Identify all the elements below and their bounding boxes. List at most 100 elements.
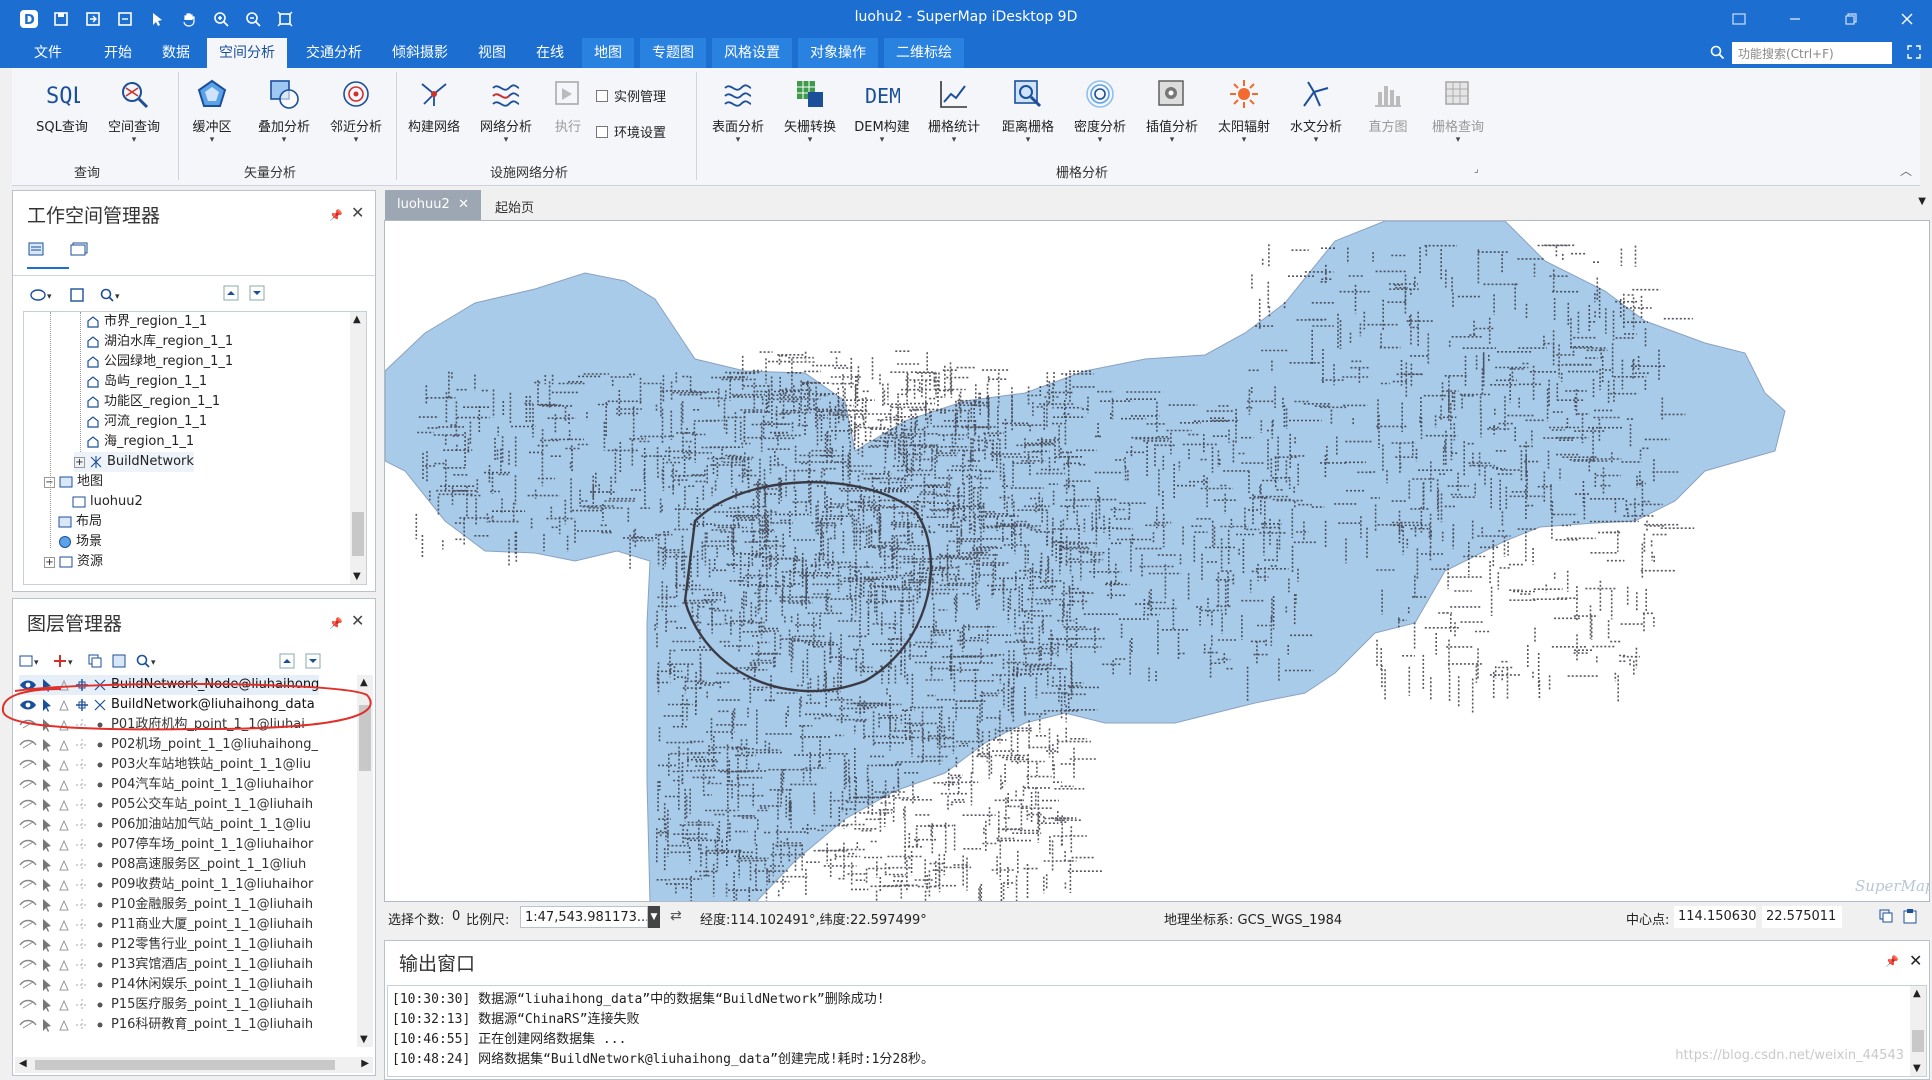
layer-row[interactable]: P05公交车站_point_1_1@liuhaih [19,795,313,815]
checkbox-box[interactable] [596,89,608,102]
tree-item-layouts[interactable]: 布局 [58,512,102,532]
snap-icon[interactable] [75,918,89,932]
buffer-button[interactable]: 缓冲区 ▾ [176,74,248,154]
tree-item[interactable]: 公园绿地_region_1_1 [86,352,233,372]
tab-object-ops[interactable]: 对象操作 [798,38,878,68]
paste-center-icon[interactable] [1902,908,1918,924]
snap-icon[interactable] [75,938,89,952]
move-down-icon[interactable] [249,285,265,301]
tab-spatial-analysis[interactable]: 空间分析 [207,38,287,68]
tab-start[interactable]: 开始 [92,38,144,68]
snap-icon[interactable] [75,878,89,892]
editable-icon[interactable] [57,838,71,852]
density-analysis-button[interactable]: 密度分析 ▾ [1064,74,1136,154]
snap-icon[interactable] [75,898,89,912]
vector-raster-convert-button[interactable]: 矢栅转换 ▾ [774,74,846,154]
tree-item-maps[interactable]: − 地图 [44,472,103,492]
chevron-down-icon[interactable]: ▾ [1242,135,1247,145]
snap-icon[interactable] [75,798,89,812]
tab-online[interactable]: 在线 [524,38,576,68]
tree-item[interactable]: 河流_region_1_1 [86,412,207,432]
scroll-thumb[interactable] [35,1060,335,1070]
raster-query-button[interactable]: 栅格查询 ▾ [1422,74,1494,154]
move-up-icon[interactable] [223,285,239,301]
fullscreen-icon[interactable] [1906,44,1922,60]
chevron-down-icon[interactable]: ▾ [1026,135,1031,145]
env-settings-checkbox[interactable]: 环境设置 [596,122,666,141]
scroll-down-icon[interactable]: ▼ [353,571,361,582]
chevron-down-icon[interactable]: ▼ [648,906,660,928]
collapse-ribbon-icon[interactable]: ︿ [1900,162,1912,179]
tab-thematic-map[interactable]: 专题图 [640,38,706,68]
interpolation-button[interactable]: 插值分析 ▾ [1136,74,1208,154]
snap-icon[interactable] [75,758,89,772]
tree-item[interactable]: 湖泊水库_region_1_1 [86,332,233,352]
scroll-up-icon[interactable]: ▲ [1913,988,1921,999]
selectable-icon[interactable] [41,878,53,892]
histogram-button[interactable]: 直方图 [1352,74,1424,154]
tab-start-page[interactable]: 起始页 [495,197,534,216]
tree-item-buildnetwork[interactable]: + BuildNetwork [74,452,194,472]
tab-list-chevron-icon[interactable]: ▼ [1918,196,1926,207]
editable-icon[interactable] [57,798,71,812]
tree-item[interactable]: 功能区_region_1_1 [86,392,220,412]
hidden-eye-icon[interactable] [19,959,37,971]
layer-row[interactable]: P12零售行业_point_1_1@liuhaih [19,935,313,955]
editable-icon[interactable] [57,1018,71,1032]
snap-icon[interactable] [75,838,89,852]
selectable-icon[interactable] [41,818,53,832]
layer-row[interactable]: P02机场_point_1_1@liuhaihong_ [19,735,318,755]
checkbox-box[interactable] [596,125,608,138]
hidden-eye-icon[interactable] [19,879,37,891]
open-datasource-icon[interactable]: ▾ [29,287,55,303]
layer-row[interactable]: P03火车站地铁站_point_1_1@liu [19,755,311,775]
distance-raster-button[interactable]: 距离栅格 ▾ [992,74,1064,154]
tab-2d-plotting[interactable]: 二维标绘 [884,38,964,68]
layer-row[interactable]: P11商业大厦_point_1_1@liuhaih [19,915,313,935]
hidden-eye-icon[interactable] [19,799,37,811]
chevron-down-icon[interactable]: ▾ [1098,135,1103,145]
surface-analysis-button[interactable]: 表面分析 ▾ [702,74,774,154]
chevron-down-icon[interactable]: ▾ [1456,135,1461,145]
layer-row[interactable]: P14休闲娱乐_point_1_1@liuhaih [19,975,313,995]
copy-center-icon[interactable] [1878,908,1894,924]
editable-icon[interactable] [57,998,71,1012]
raster-stats-button[interactable]: 栅格统计 ▾ [918,74,990,154]
editable-icon[interactable] [57,898,71,912]
tab-luohuu2[interactable]: luohuu2 ✕ [385,190,481,220]
instance-manage-checkbox[interactable]: 实例管理 [596,86,666,105]
tree-item-map[interactable]: luohuu2 [72,492,143,512]
scale-combobox[interactable]: 1:47,543.981173... [520,906,648,928]
layer-row[interactable]: P16科研教育_point_1_1@liuhaih [19,1015,313,1035]
tab-data[interactable]: 数据 [150,38,202,68]
selectable-icon[interactable] [41,998,53,1012]
run-button[interactable]: 执行 [532,74,604,154]
find-layer-icon[interactable]: ▾ [135,653,161,669]
move-up-icon[interactable] [279,653,295,669]
chevron-down-icon[interactable]: ▾ [132,135,137,145]
snap-icon[interactable] [75,738,89,752]
tree-item[interactable]: 海_region_1_1 [86,432,194,452]
snap-icon[interactable] [75,978,89,992]
map-view[interactable]: SuperMap [384,220,1930,902]
move-down-icon[interactable] [305,653,321,669]
layer-group-icon[interactable] [111,653,127,669]
tree-item[interactable]: 岛屿_region_1_1 [86,372,207,392]
find-icon[interactable]: ▾ [99,287,123,303]
minimize-button[interactable] [1782,6,1808,32]
snap-icon[interactable] [75,1018,89,1032]
hidden-eye-icon[interactable] [19,999,37,1011]
close-icon[interactable]: ✕ [351,611,364,630]
expand-plus-icon[interactable]: + [74,456,85,468]
expand-plus-icon[interactable]: + [44,556,55,568]
scroll-thumb[interactable] [1912,1030,1924,1052]
tree-item-resources[interactable]: + 资源 [44,552,103,572]
swap-icon[interactable]: ⇄ [670,908,682,924]
layer-row[interactable]: P15医疗服务_point_1_1@liuhaih [19,995,313,1015]
pin-icon[interactable]: 📌 [329,617,343,630]
editable-icon[interactable] [57,818,71,832]
editable-icon[interactable] [57,738,71,752]
editable-icon[interactable] [57,958,71,972]
resource-tab-icon[interactable] [67,241,89,259]
collapse-minus-icon[interactable]: − [44,476,55,488]
